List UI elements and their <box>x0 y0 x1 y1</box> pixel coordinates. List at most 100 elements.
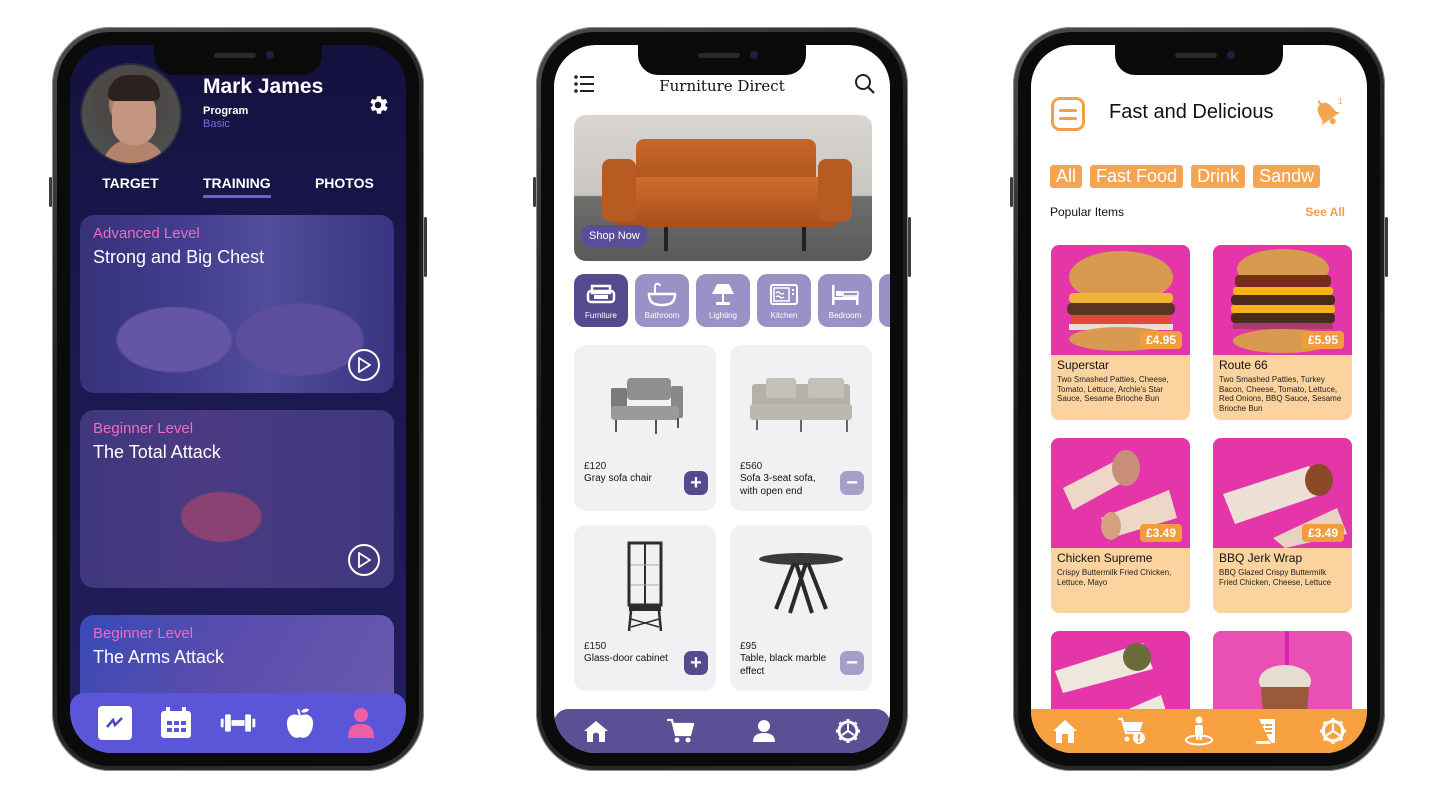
add-to-cart-button[interactable]: + <box>684 471 708 495</box>
workout-title: Strong and Big Chest <box>93 247 265 267</box>
product-card[interactable]: £120 Gray sofa chair + <box>574 345 716 511</box>
category-bedroom[interactable]: Bedroom <box>818 274 872 327</box>
page-title: Fast and Delicious <box>1109 101 1274 123</box>
item-price: £3.49 <box>1139 524 1182 542</box>
play-icon[interactable] <box>348 544 380 576</box>
product-price: £560 <box>740 461 763 472</box>
item-description: BBQ Glazed Crispy Buttermilk Fried Chick… <box>1219 568 1332 587</box>
profile-name: Mark James <box>203 75 324 98</box>
item-price: £3.49 <box>1301 524 1344 542</box>
program-value: Basic <box>203 118 230 130</box>
user-icon[interactable] <box>343 705 379 741</box>
item-description: Two Smashed Patties, Cheese, Tomato, Let… <box>1057 375 1169 404</box>
phone-food-app: Fast and Delicious 1 All Fast Food Drink… <box>1010 27 1388 771</box>
shop-now-button[interactable]: Shop Now <box>582 225 647 247</box>
phone-furniture-app: Furniture Direct Shop Now Furniture Bath… <box>533 27 911 771</box>
product-card[interactable]: £95 Table, black marble effect − <box>730 525 872 691</box>
product-grid: £120 Gray sofa chair + £560 Sofa 3-seat … <box>574 345 872 691</box>
gear-icon[interactable] <box>366 93 390 117</box>
item-name: Superstar <box>1057 358 1110 372</box>
tab-training[interactable]: TRAINING <box>202 175 271 198</box>
lamp-icon <box>712 283 734 305</box>
receipt-icon[interactable] <box>1251 716 1281 746</box>
product-name: Sofa 3-seat sofa, with open end <box>740 473 816 497</box>
product-image <box>574 359 716 449</box>
category-label: Furniture <box>584 310 617 320</box>
sofa-icon <box>586 284 616 303</box>
product-card[interactable]: £560 Sofa 3-seat sofa, with open end − <box>730 345 872 511</box>
phone-side-button <box>533 177 536 207</box>
chip-sandwich[interactable]: Sandw <box>1253 165 1321 188</box>
page-title: Furniture Direct <box>659 77 785 95</box>
product-name: Glass-door cabinet <box>584 653 668 664</box>
see-all-link[interactable]: See All <box>1305 205 1345 219</box>
menu-item-card[interactable]: £3.49 BBQ Jerk Wrap BBQ Glazed Crispy Bu… <box>1213 438 1352 613</box>
category-list: Furniture Bathroom Lighting Kitchen Bedr… <box>574 274 890 327</box>
chip-drink[interactable]: Drink <box>1191 165 1246 188</box>
home-icon[interactable] <box>582 717 610 745</box>
phone-side-button <box>1010 177 1013 207</box>
phone-bezel: Fast and Delicious 1 All Fast Food Drink… <box>1018 32 1380 766</box>
product-name: Table, black marble effect <box>740 653 827 677</box>
item-name: BBQ Jerk Wrap <box>1219 551 1303 565</box>
category-label: Kitchen <box>770 310 798 320</box>
notification-count: 1 <box>1338 97 1343 106</box>
location-person-icon[interactable] <box>1184 716 1214 746</box>
food-screen: Fast and Delicious 1 All Fast Food Drink… <box>1031 45 1367 753</box>
remove-from-cart-button[interactable]: − <box>840 651 864 675</box>
calendar-icon[interactable] <box>158 705 194 741</box>
chip-fast-food[interactable]: Fast Food <box>1090 165 1184 188</box>
phone-side-button <box>1385 217 1388 277</box>
hero-banner[interactable]: Shop Now <box>574 115 872 261</box>
tab-photos[interactable]: PHOTOS <box>315 175 374 198</box>
item-description: Crispy Buttermilk Fried Chicken, Lettuce… <box>1057 568 1172 587</box>
settings-icon[interactable] <box>1318 716 1348 746</box>
workout-level: Advanced Level <box>93 225 200 242</box>
microwave-icon <box>770 283 798 305</box>
menu-icon[interactable] <box>1051 97 1085 131</box>
item-price: £4.95 <box>1139 331 1182 349</box>
menu-item-card[interactable]: £5.95 Route 66 Two Smashed Patties, Turk… <box>1213 245 1352 420</box>
apple-icon[interactable] <box>282 705 318 741</box>
bottom-nav <box>554 709 890 753</box>
product-price: £120 <box>584 461 607 472</box>
category-more[interactable] <box>879 274 890 327</box>
phone-side-button <box>908 217 911 277</box>
phone-bezel: Mark James Program Basic TARGET TRAINING… <box>57 32 419 766</box>
phone-side-button <box>424 217 427 277</box>
menu-item-card[interactable]: £4.95 Superstar Two Smashed Patties, Che… <box>1051 245 1190 420</box>
home-icon[interactable] <box>1050 716 1080 746</box>
category-bathroom[interactable]: Bathroom <box>635 274 689 327</box>
product-image <box>730 359 872 449</box>
product-card[interactable]: £150 Glass-door cabinet + <box>574 525 716 691</box>
workout-card[interactable]: Advanced Level Strong and Big Chest <box>80 215 394 393</box>
chart-icon[interactable] <box>97 705 133 741</box>
category-furniture[interactable]: Furniture <box>574 274 628 327</box>
dumbbell-icon[interactable] <box>220 705 256 741</box>
category-label: Bedroom <box>828 310 862 320</box>
menu-item-card[interactable]: £3.49 Chicken Supreme Crispy Buttermilk … <box>1051 438 1190 613</box>
category-lighting[interactable]: Lighting <box>696 274 750 327</box>
item-name: Route 66 <box>1219 358 1268 372</box>
bell-icon[interactable]: 1 <box>1311 95 1345 129</box>
chip-all[interactable]: All <box>1050 165 1083 188</box>
play-icon[interactable] <box>348 349 380 381</box>
profile-tabs: TARGET TRAINING PHOTOS <box>70 175 406 198</box>
user-icon[interactable] <box>750 717 778 745</box>
add-to-cart-button[interactable]: + <box>684 651 708 675</box>
search-icon[interactable] <box>854 73 876 95</box>
remove-from-cart-button[interactable]: − <box>840 471 864 495</box>
cart-alert-icon[interactable] <box>1117 716 1147 746</box>
tab-target[interactable]: TARGET <box>102 175 159 198</box>
workout-title: The Total Attack <box>93 442 221 462</box>
bottom-nav <box>1031 709 1367 753</box>
settings-icon[interactable] <box>834 717 862 745</box>
cart-icon[interactable] <box>666 717 694 745</box>
workout-card[interactable]: Beginner Level The Total Attack <box>80 410 394 588</box>
product-price: £150 <box>584 641 607 652</box>
avatar[interactable] <box>80 63 182 165</box>
product-name: Gray sofa chair <box>584 473 652 484</box>
category-kitchen[interactable]: Kitchen <box>757 274 811 327</box>
workout-title: The Arms Attack <box>93 647 225 667</box>
item-description: Two Smashed Patties, Turkey Bacon, Chees… <box>1219 375 1342 413</box>
